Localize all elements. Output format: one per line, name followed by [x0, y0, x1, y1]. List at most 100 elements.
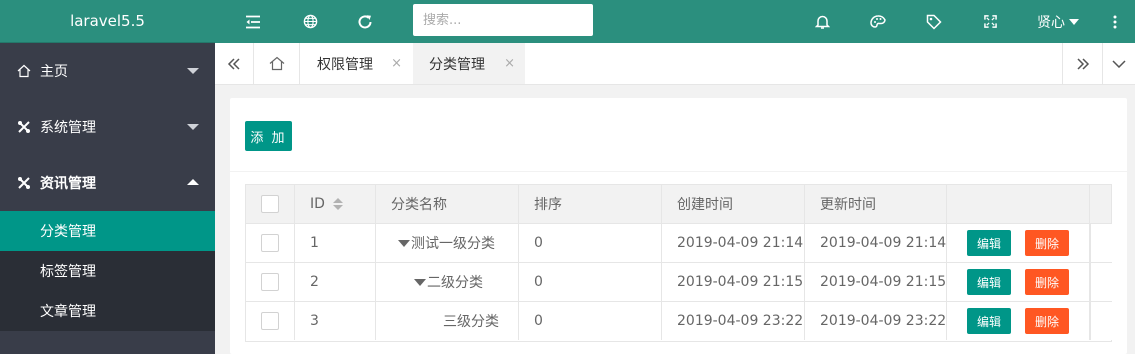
cell-updated: 2019-04-09 21:15:40 — [805, 263, 947, 301]
category-name: 测试一级分类 — [411, 236, 495, 252]
sidebar-item-system[interactable]: 系统管理 — [0, 99, 215, 155]
sidebar-submenu: 分类管理 标签管理 文章管理 — [0, 211, 215, 331]
sidebar-item-label: 资讯管理 — [40, 176, 96, 192]
category-table: ID 分类名称 排序 创建时间 更新时间 1 测试一级分类 0 2019-04-… — [245, 184, 1113, 342]
cell-id: 1 — [295, 224, 376, 262]
cell-actions: 编辑 删除 — [947, 302, 1090, 340]
scroll-left-icon[interactable] — [215, 43, 254, 84]
tools-icon — [16, 175, 32, 191]
bell-icon[interactable] — [804, 0, 840, 43]
table-row: 3 三级分类 0 2019-04-09 23:22:40 2019-04-09 … — [246, 302, 1113, 341]
cell-actions: 编辑 删除 — [947, 224, 1090, 262]
tab-label: 分类管理 — [429, 56, 485, 73]
cell-created: 2019-04-09 23:22:40 — [662, 302, 805, 340]
row-checkbox-cell — [246, 302, 295, 340]
refresh-icon[interactable] — [347, 0, 383, 43]
cell-created: 2019-04-09 21:15:40 — [662, 263, 805, 301]
table-header: ID 分类名称 排序 创建时间 更新时间 — [246, 185, 1111, 224]
header-sort: 排序 — [519, 185, 662, 223]
top-header: 贤心 — [215, 0, 1135, 43]
delete-button[interactable]: 删除 — [1025, 269, 1070, 295]
row-checkbox-cell — [246, 263, 295, 301]
chevron-down-icon — [187, 124, 199, 130]
tab-permissions[interactable]: 权限管理 × — [301, 43, 412, 84]
delete-button[interactable]: 删除 — [1025, 230, 1070, 256]
edit-button[interactable]: 编辑 — [967, 308, 1012, 334]
theme-icon[interactable] — [860, 0, 896, 43]
sidebar-item-label: 主页 — [40, 64, 68, 80]
row-checkbox[interactable] — [261, 234, 279, 252]
cell-name: 二级分类 — [376, 263, 519, 301]
cell-created: 2019-04-09 21:14:34 — [662, 224, 805, 262]
home-icon — [16, 63, 32, 79]
select-all-checkbox[interactable] — [261, 195, 279, 213]
home-tab-icon[interactable] — [254, 43, 300, 84]
row-checkbox[interactable] — [261, 273, 279, 291]
table-row: 1 测试一级分类 0 2019-04-09 21:14:34 2019-04-0… — [246, 224, 1113, 263]
close-icon[interactable]: × — [504, 56, 515, 71]
edit-button[interactable]: 编辑 — [967, 230, 1012, 256]
edit-button[interactable]: 编辑 — [967, 269, 1012, 295]
user-name: 贤心 — [1037, 14, 1065, 31]
sidebar-item-news[interactable]: 资讯管理 — [0, 155, 215, 211]
chevron-down-icon — [187, 68, 199, 74]
sidebar-footer — [0, 337, 215, 354]
tools-icon — [16, 119, 32, 135]
tab-label: 权限管理 — [317, 56, 373, 73]
row-checkbox[interactable] — [261, 312, 279, 330]
menu-collapse-icon[interactable] — [235, 0, 271, 43]
chevron-up-icon — [187, 179, 199, 185]
scroll-gutter — [1090, 302, 1113, 340]
divider — [230, 171, 1127, 172]
sidebar-item-home[interactable]: 主页 — [0, 43, 215, 99]
row-checkbox-cell — [246, 224, 295, 262]
close-icon[interactable]: × — [391, 56, 402, 71]
add-button[interactable]: 添 加 — [245, 121, 292, 151]
header-created: 创建时间 — [662, 185, 805, 223]
tree-expand-icon[interactable] — [414, 278, 426, 286]
tag-icon[interactable] — [916, 0, 952, 43]
scroll-gutter — [1090, 224, 1113, 262]
cell-sort: 0 — [519, 224, 662, 262]
tab-categories[interactable]: 分类管理 × — [413, 43, 525, 84]
cell-updated: 2019-04-09 23:22:40 — [805, 302, 947, 340]
sidebar-subitem-category[interactable]: 分类管理 — [0, 211, 215, 251]
user-menu[interactable]: 贤心 — [1037, 0, 1079, 43]
header-scroll-gutter — [1090, 185, 1113, 223]
tab-bar: 权限管理 × 分类管理 × — [215, 43, 1135, 85]
scroll-gutter — [1090, 263, 1113, 301]
cell-sort: 0 — [519, 302, 662, 340]
sidebar: laravel5.5 主页 系统管理 资讯管理 分类管理 标签管理 文章管理 — [0, 0, 215, 354]
sort-icon[interactable] — [332, 198, 343, 210]
header-checkbox-cell — [246, 185, 295, 223]
globe-icon[interactable] — [292, 0, 328, 43]
header-name: 分类名称 — [376, 185, 519, 223]
tree-expand-icon[interactable] — [398, 239, 410, 247]
category-name: 三级分类 — [443, 314, 499, 330]
cell-id: 2 — [295, 263, 376, 301]
table-row: 2 二级分类 0 2019-04-09 21:15:40 2019-04-09 … — [246, 263, 1113, 302]
cell-name: 三级分类 — [376, 302, 519, 340]
header-updated: 更新时间 — [805, 185, 947, 223]
caret-down-icon — [1069, 18, 1079, 25]
fullscreen-icon[interactable] — [972, 0, 1008, 43]
sidebar-subitem-tags[interactable]: 标签管理 — [0, 251, 215, 291]
header-actions — [947, 185, 1090, 223]
scroll-right-icon[interactable] — [1062, 43, 1102, 84]
sidebar-subitem-articles[interactable]: 文章管理 — [0, 291, 215, 331]
tab-options-icon[interactable] — [1102, 43, 1135, 84]
content-card: 添 加 ID 分类名称 排序 创建时间 更新时间 1 测试一级分类 0 2019… — [230, 98, 1127, 354]
more-vertical-icon[interactable] — [1097, 0, 1133, 43]
header-id[interactable]: ID — [295, 185, 376, 223]
header-id-label: ID — [310, 196, 325, 212]
cell-name: 测试一级分类 — [376, 224, 519, 262]
cell-updated: 2019-04-09 21:14:34 — [805, 224, 947, 262]
search-input[interactable] — [413, 4, 593, 36]
cell-sort: 0 — [519, 263, 662, 301]
cell-id: 3 — [295, 302, 376, 340]
cell-actions: 编辑 删除 — [947, 263, 1090, 301]
category-name: 二级分类 — [427, 275, 483, 291]
delete-button[interactable]: 删除 — [1025, 308, 1070, 334]
app-logo[interactable]: laravel5.5 — [0, 0, 215, 43]
sidebar-item-label: 系统管理 — [40, 120, 96, 136]
